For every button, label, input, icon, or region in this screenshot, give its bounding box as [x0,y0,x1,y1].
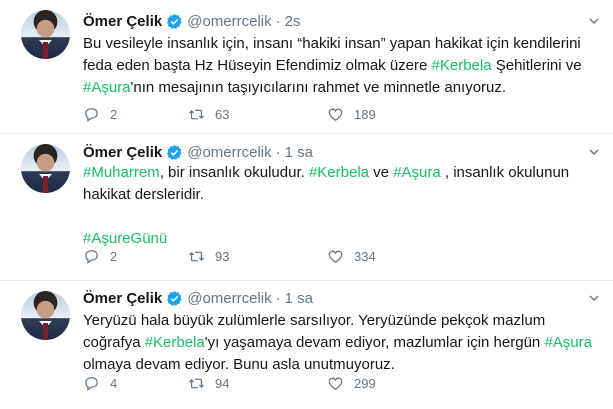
separator-dot: · [275,289,281,307]
like-count: 299 [354,376,376,391]
hashtag-link[interactable]: #Aşura [393,164,441,181]
retweet-icon [188,109,205,120]
tweet-text-segment: 'yı yaşamaya devam ediyor, mazlumlar içi… [204,334,545,351]
retweet-count: 63 [215,107,230,122]
chevron-down-icon[interactable] [589,293,599,303]
retweet-icon [188,251,205,262]
heart-icon [328,108,343,121]
tweet[interactable]: Ömer Çelik @omerrcelik · 1 sa Yeryüzü ha… [0,281,613,409]
author-name[interactable]: Ömer Çelik [83,144,162,161]
chevron-down-icon[interactable] [589,16,599,26]
tweet-timestamp[interactable]: 1 sa [285,290,313,307]
reply-icon [85,377,98,391]
tweet-text-segment: ve [369,164,394,181]
author-name[interactable]: Ömer Çelik [83,13,162,30]
avatar[interactable] [21,10,70,59]
tweet-body: Yeryüzü hala büyük zulümlerle sarsılıyor… [83,310,598,376]
retweet-button[interactable]: 63 [188,106,229,123]
heart-icon [328,250,343,263]
avatar[interactable] [21,144,70,193]
tweet-text-segment: olmaya devam ediyor. Bunu asla unutmuyor… [83,356,395,373]
tweet-text-segment: 'nın mesajının taşıyıcılarını rahmet ve … [130,79,507,96]
hashtag-link[interactable]: #Muharrem [83,164,160,181]
tweet-actions: 2 63 189 [83,106,503,126]
like-count: 334 [354,249,376,264]
tweet-header: Ömer Çelik @omerrcelik · 1 sa [83,142,313,162]
hashtag-link[interactable]: #Kerbela [309,164,369,181]
reply-button[interactable]: 2 [83,248,117,265]
author-handle[interactable]: @omerrcelik [187,13,271,30]
hashtag-link[interactable]: #Aşura [544,334,592,351]
tweet-header: Ömer Çelik @omerrcelik · 2s [83,11,300,31]
tweet-text-segment: , bir insanlık okuludur. [159,164,309,181]
like-button[interactable]: 334 [327,248,376,265]
tweet-timestamp[interactable]: 2s [285,13,301,30]
tweet-timestamp[interactable]: 1 sa [285,144,313,161]
hashtag-link[interactable]: #Aşura [83,79,131,96]
tweet-text: Bu vesileyle insanlık için, insanı “haki… [83,33,598,99]
reply-count: 2 [110,249,118,264]
separator-dot: · [275,12,281,30]
tweet[interactable]: Ömer Çelik @omerrcelik · 2s Bu vesileyle… [0,0,613,134]
hashtag-link[interactable]: #Kerbela [432,57,492,74]
retweet-button[interactable]: 94 [188,375,229,392]
reply-count: 2 [110,107,118,122]
hashtag-link[interactable]: #Kerbela [145,334,205,351]
tweet-text: #Muharrem, bir insanlık okuludur. #Kerbe… [83,162,598,250]
like-button[interactable]: 299 [327,375,376,392]
author-handle[interactable]: @omerrcelik [187,290,271,307]
reply-button[interactable]: 2 [83,106,117,123]
chevron-down-icon[interactable] [589,147,599,157]
verified-badge-icon [167,13,182,29]
tweet-text: Yeryüzü hala büyük zulümlerle sarsılıyor… [83,310,598,376]
tweet-header: Ömer Çelik @omerrcelik · 1 sa [83,288,313,308]
verified-badge-icon [167,144,182,160]
author-handle[interactable]: @omerrcelik [187,144,271,161]
tweet-body: #Muharrem, bir insanlık okuludur. #Kerbe… [83,162,598,206]
timeline: Ömer Çelik @omerrcelik · 2s Bu vesileyle… [0,0,613,409]
heart-icon [328,377,343,390]
retweet-icon [188,378,205,389]
separator-dot: · [275,143,281,161]
avatar[interactable] [21,291,70,340]
reply-count: 4 [110,376,118,391]
like-button[interactable]: 189 [327,106,376,123]
retweet-button[interactable]: 93 [188,248,229,265]
like-count: 189 [354,107,376,122]
author-name[interactable]: Ömer Çelik [83,290,162,307]
retweet-count: 94 [215,376,230,391]
tweet[interactable]: Ömer Çelik @omerrcelik · 1 sa #Muharrem,… [0,134,613,281]
verified-badge-icon [167,290,182,306]
hashtag-link[interactable]: #AşureGünü [83,228,598,250]
tweet-actions: 4 94 299 [83,375,503,395]
retweet-count: 93 [215,249,230,264]
reply-icon [85,108,98,122]
tweet-body: Bu vesileyle insanlık için, insanı “haki… [83,33,598,99]
reply-icon [85,250,98,264]
tweet-actions: 2 93 334 [83,248,503,268]
reply-button[interactable]: 4 [83,375,117,392]
tweet-text-segment: Şehitlerini ve [491,57,582,74]
